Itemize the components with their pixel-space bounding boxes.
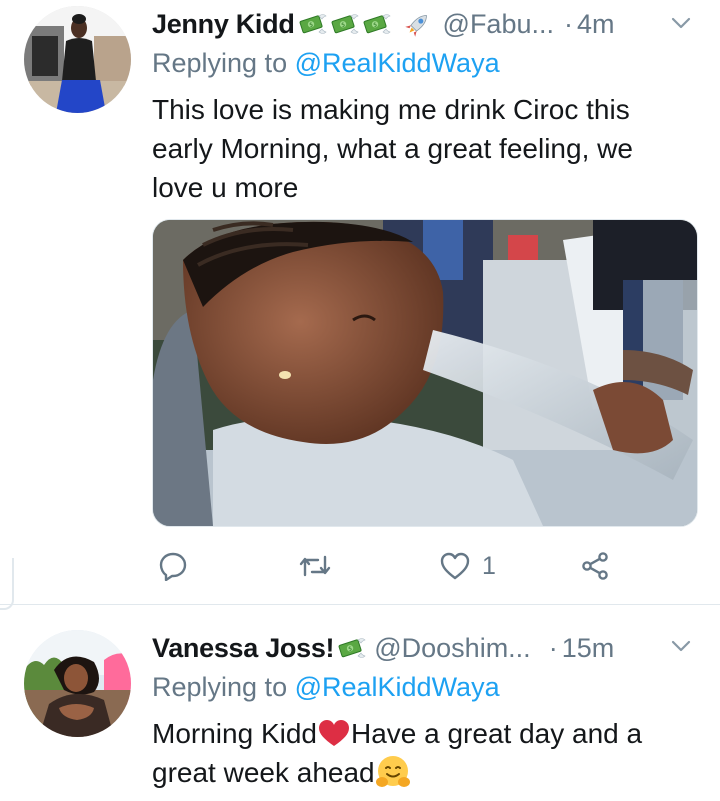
author-name[interactable]: Vanessa Joss! bbox=[152, 633, 335, 664]
reply-prefix: Replying to bbox=[152, 672, 295, 702]
tweet-text-part1: Morning Kidd bbox=[152, 718, 317, 749]
tweet-text: This love is making me drink Ciroc this … bbox=[152, 94, 633, 203]
media-image bbox=[153, 220, 697, 526]
heart-icon bbox=[440, 552, 470, 580]
reply-prefix: Replying to bbox=[152, 48, 295, 78]
money-with-wings-emoji-icon bbox=[329, 12, 359, 36]
reply-icon bbox=[159, 552, 187, 581]
author-handle[interactable]: @Fabu... bbox=[443, 9, 554, 40]
reply-mention-link[interactable]: @RealKiddWaya bbox=[295, 48, 500, 78]
money-with-wings-emoji-icon bbox=[336, 636, 366, 660]
avatar[interactable] bbox=[24, 6, 131, 113]
red-heart-emoji-icon bbox=[318, 720, 349, 746]
rocket-emoji-icon bbox=[404, 15, 427, 37]
like-count: 1 bbox=[482, 551, 496, 580]
tweet-timestamp[interactable]: 4m bbox=[577, 9, 615, 40]
retweet-button[interactable] bbox=[298, 543, 344, 589]
avatar-image bbox=[24, 630, 131, 737]
replying-to: Replying to @RealKiddWaya bbox=[152, 48, 500, 79]
tweet-timestamp[interactable]: 15m bbox=[562, 633, 615, 664]
money-with-wings-emoji-icon bbox=[361, 12, 391, 36]
chevron-down-icon[interactable] bbox=[670, 635, 692, 657]
retweet-icon bbox=[299, 555, 331, 577]
author-handle[interactable]: @Dooshim... bbox=[374, 633, 530, 664]
tweet-actions: 1 bbox=[152, 543, 622, 589]
avatar-image bbox=[24, 6, 131, 113]
reply-mention-link[interactable]: @RealKiddWaya bbox=[295, 672, 500, 702]
reply-button[interactable] bbox=[158, 543, 200, 589]
replying-to: Replying to @RealKiddWaya bbox=[152, 672, 500, 703]
author-name[interactable]: Jenny Kidd bbox=[152, 9, 295, 40]
separator-dot: · bbox=[564, 8, 573, 39]
tweet-2[interactable]: Vanessa Joss! @Dooshim... · 15m Replying… bbox=[0, 605, 720, 801]
avatar[interactable] bbox=[24, 630, 131, 737]
tweet-header: Jenny Kidd @Fabu... · 4m bbox=[152, 4, 700, 44]
tweet-text: Morning Kidd Have a great day and a great… bbox=[152, 714, 692, 792]
tweet-1[interactable]: Jenny Kidd @Fabu... · 4m Replying to @Re… bbox=[0, 0, 720, 604]
share-button[interactable] bbox=[580, 543, 610, 589]
like-button[interactable]: 1 bbox=[440, 543, 496, 589]
chevron-down-icon[interactable] bbox=[670, 12, 692, 34]
tweet-header: Vanessa Joss! @Dooshim... · 15m bbox=[152, 628, 700, 668]
tweet-media-photo[interactable] bbox=[152, 219, 698, 527]
share-icon bbox=[582, 552, 608, 580]
money-with-wings-emoji-icon bbox=[297, 12, 327, 36]
thread-connector bbox=[0, 558, 14, 610]
hugging-face-emoji-icon bbox=[375, 756, 410, 787]
separator-dot: · bbox=[548, 632, 558, 663]
